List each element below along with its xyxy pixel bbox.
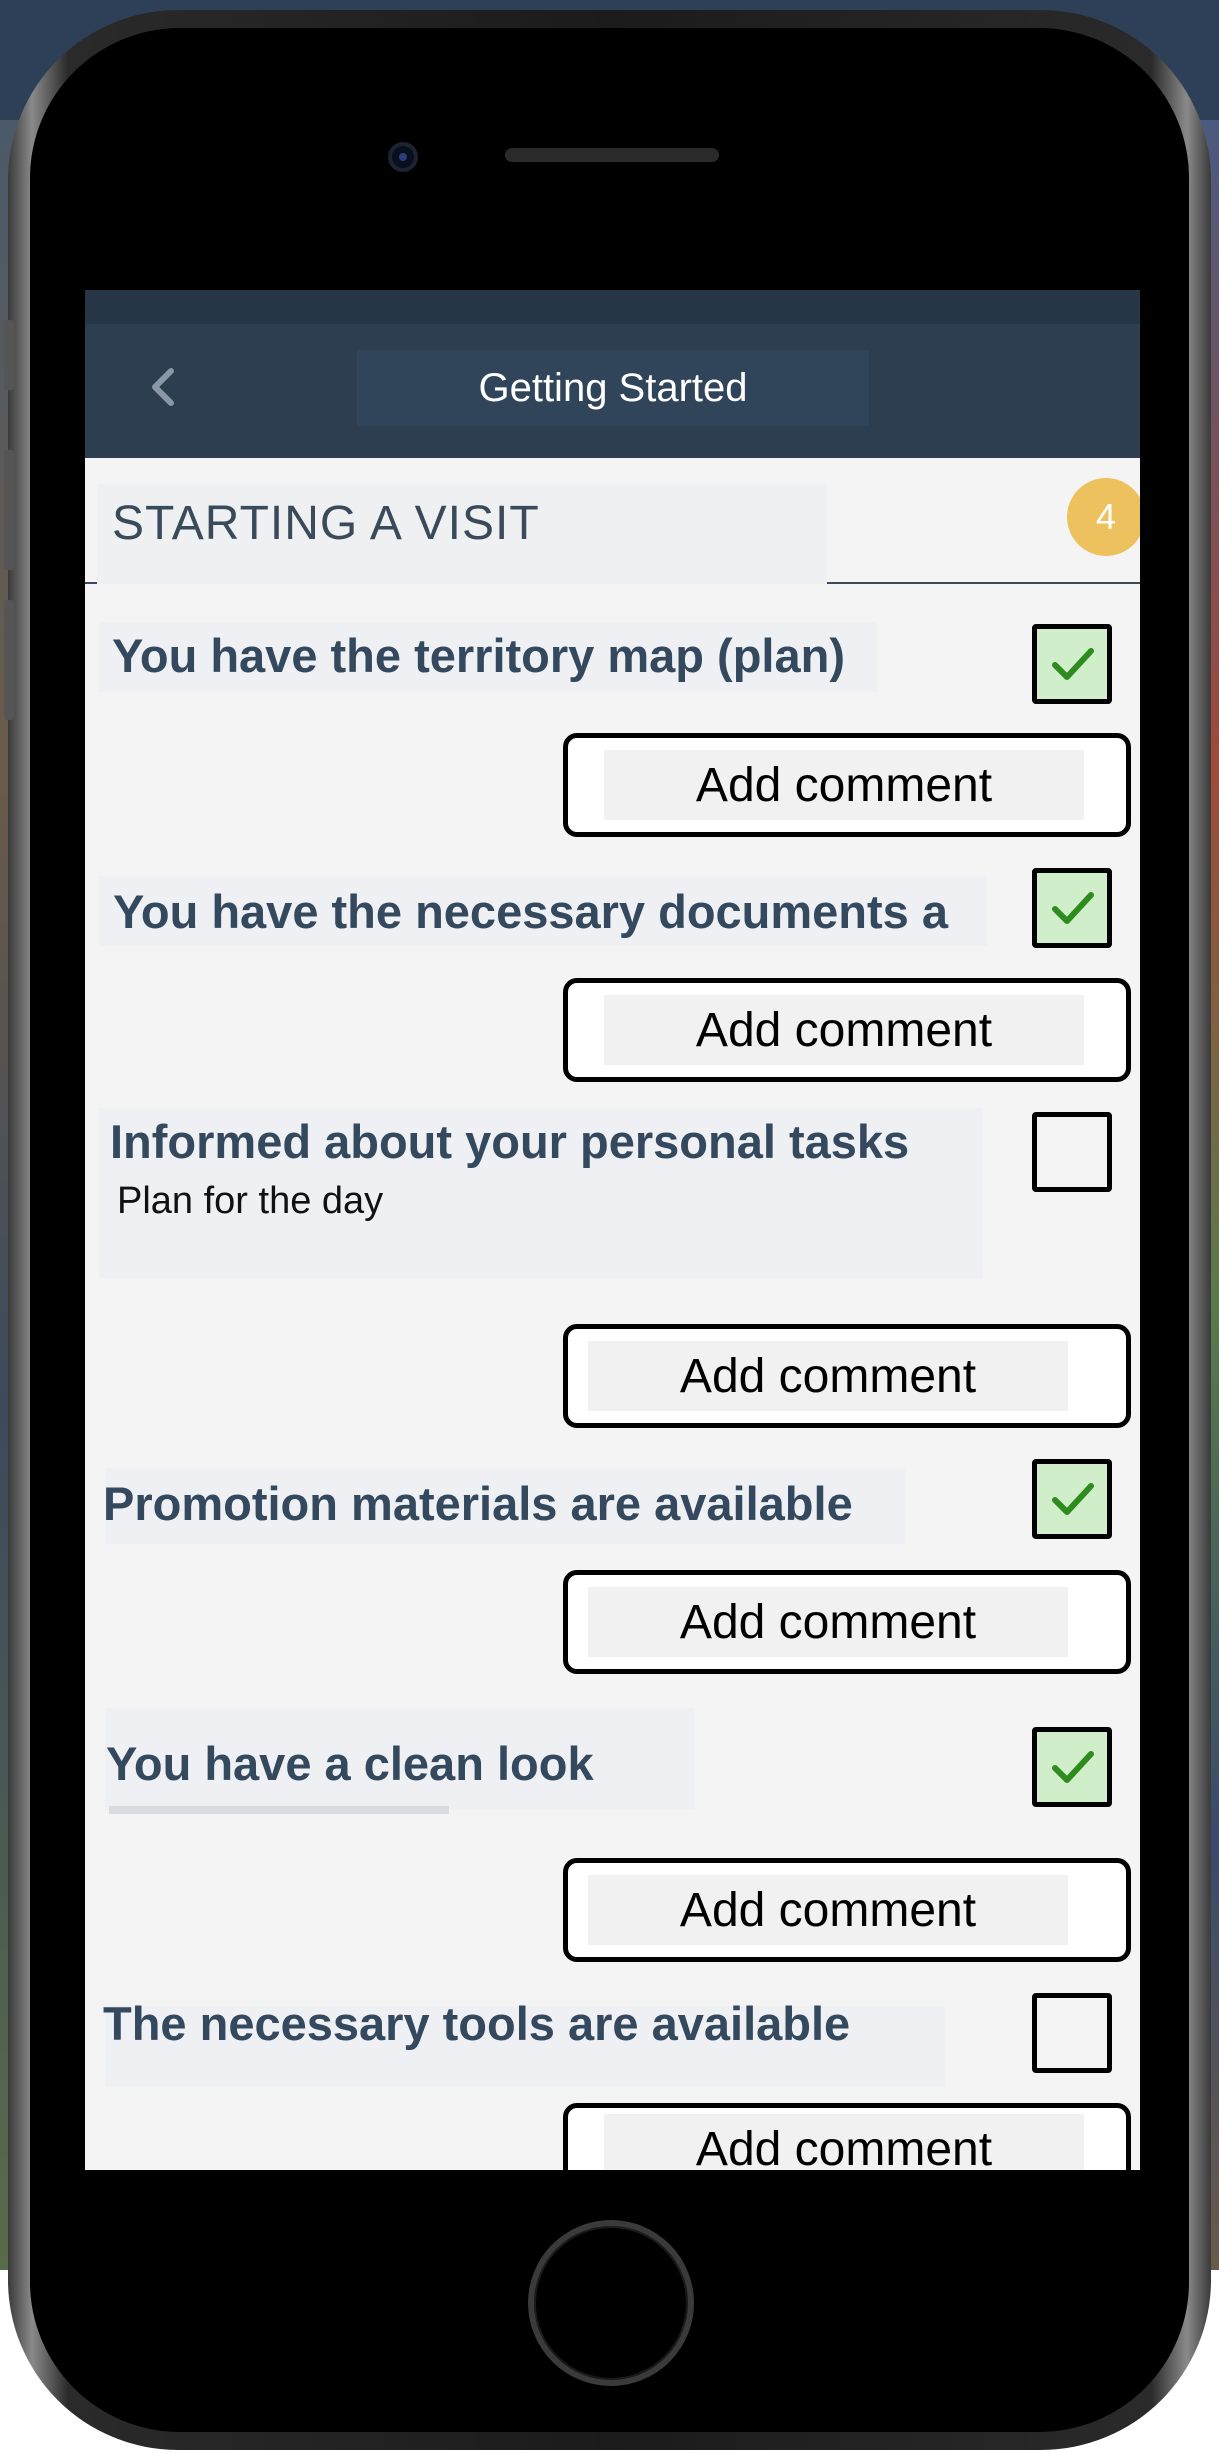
earpiece-speaker <box>505 148 719 162</box>
checklist-item-label: Promotion materials are available <box>103 1477 853 1530</box>
add-comment-label: Add comment <box>588 1875 1068 1945</box>
section-title: STARTING A VISIT <box>112 497 540 550</box>
volume-down-button <box>4 600 14 720</box>
add-comment-label: Add comment <box>588 1587 1068 1657</box>
volume-up-button <box>4 450 14 570</box>
page-title: Getting Started <box>357 350 869 426</box>
add-comment-button[interactable]: Add comment <box>563 1324 1131 1428</box>
checklist-item-label: The necessary tools are available <box>103 1997 851 2050</box>
checkbox-checked[interactable] <box>1032 868 1112 948</box>
checkbox-unchecked[interactable] <box>1032 1112 1112 1192</box>
add-comment-label: Add comment <box>588 1341 1068 1411</box>
add-comment-button[interactable]: Add comment <box>563 1858 1131 1962</box>
navigation-bar: Getting Started <box>85 290 1140 458</box>
checklist-item-sublabel: Plan for the day <box>117 1180 384 1222</box>
checkbox-checked[interactable] <box>1032 1727 1112 1807</box>
clipped-sublabel <box>109 1806 449 1814</box>
add-comment-label: Add comment <box>604 750 1084 820</box>
mute-switch <box>4 320 14 390</box>
checklist-item-label: You have a clean look <box>106 1737 594 1790</box>
status-bar <box>85 290 1140 324</box>
section-header: STARTING A VISIT 4 <box>85 458 1140 584</box>
checkbox-checked[interactable] <box>1032 1459 1112 1539</box>
add-comment-label: Add comment <box>604 2114 1084 2170</box>
add-comment-button[interactable]: Add comment <box>563 733 1131 837</box>
home-button[interactable] <box>528 2220 694 2386</box>
add-comment-button[interactable]: Add comment <box>563 2103 1131 2170</box>
app-screen: Getting Started STARTING A VISIT 4 You h… <box>85 290 1140 2170</box>
add-comment-button[interactable]: Add comment <box>563 1570 1131 1674</box>
count-badge: 4 <box>1067 478 1140 556</box>
chevron-left-icon[interactable] <box>143 365 187 409</box>
checklist-item-label: Informed about your personal tasks <box>110 1115 910 1168</box>
checkbox-checked[interactable] <box>1032 624 1112 704</box>
front-camera <box>388 142 418 172</box>
add-comment-label: Add comment <box>604 995 1084 1065</box>
checklist-item-label: You have the necessary documents a <box>113 885 949 938</box>
checkbox-unchecked[interactable] <box>1032 1993 1112 2073</box>
checklist-item-label: You have the territory map (plan) <box>112 629 845 682</box>
add-comment-button[interactable]: Add comment <box>563 978 1131 1082</box>
